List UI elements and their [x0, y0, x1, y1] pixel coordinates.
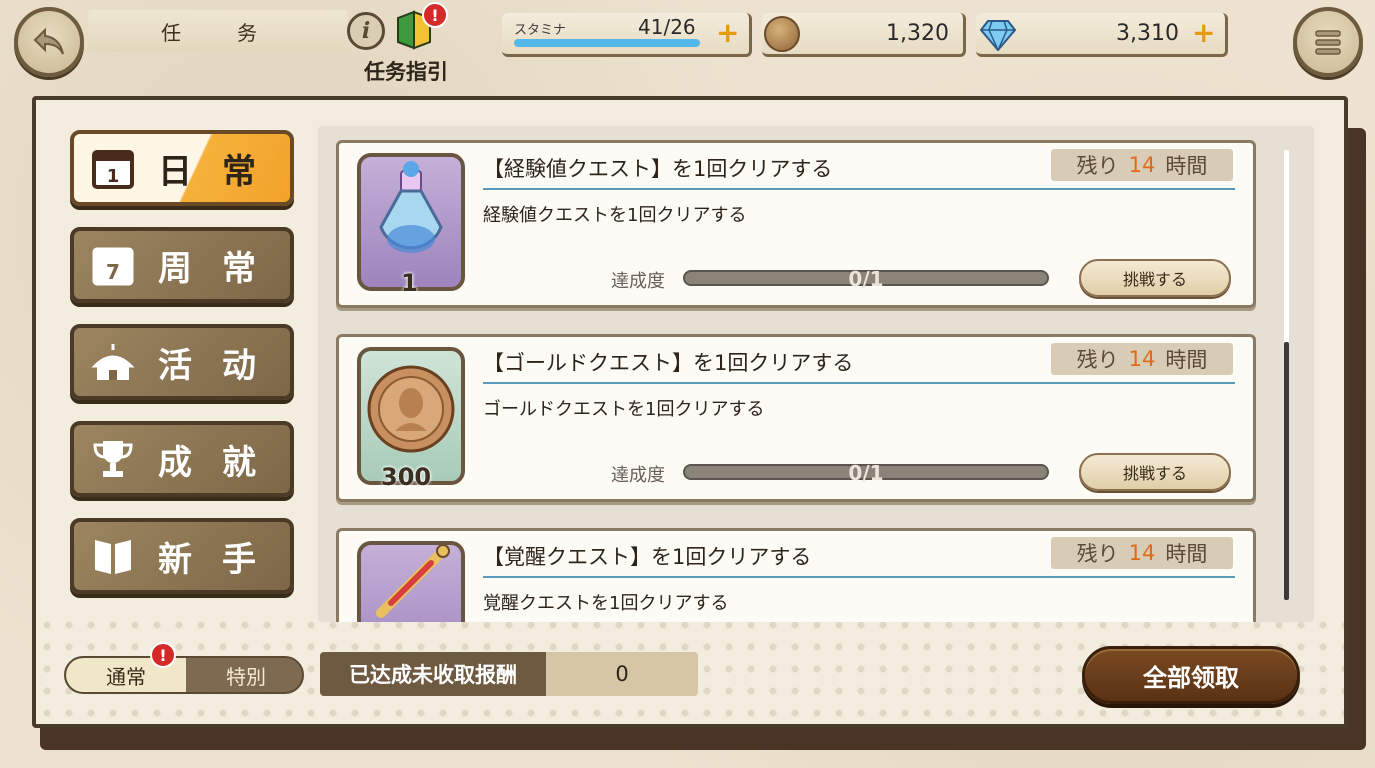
add-gems-button[interactable]: +	[1192, 16, 1215, 49]
back-arrow-icon	[33, 27, 64, 55]
time-prefix: 残り	[1076, 154, 1119, 178]
gold-value: 1,320	[886, 21, 949, 46]
diamond-icon	[980, 20, 1016, 51]
divider	[483, 382, 1235, 384]
stamina-label: スタミナ	[514, 23, 567, 38]
time-hours: 14	[1128, 153, 1156, 177]
time-remaining: 残り 14 時間	[1051, 149, 1233, 181]
reward-count: 300	[381, 463, 432, 491]
svg-text:1: 1	[107, 166, 120, 187]
tab-weekly[interactable]: 7 周常	[70, 227, 294, 303]
stamina-bar-fill	[514, 39, 700, 47]
time-suffix: 時間	[1165, 154, 1208, 178]
trophy-icon	[86, 432, 140, 486]
quest-title: 【ゴールドクエスト】を1回クリアする	[483, 351, 854, 375]
quest-title: 【経験値クエスト】を1回クリアする	[483, 157, 833, 181]
quest-description: 経験値クエストを1回クリアする	[483, 205, 747, 226]
time-prefix: 残り	[1076, 348, 1119, 372]
time-hours: 14	[1128, 347, 1156, 371]
time-suffix: 時間	[1165, 348, 1208, 372]
time-suffix: 時間	[1165, 542, 1208, 566]
scrollbar-thumb[interactable]	[1284, 342, 1289, 600]
sword-vial-icon	[376, 544, 450, 618]
progress-label: 達成度	[611, 465, 665, 486]
gold-coin-icon	[764, 16, 800, 52]
potion-icon	[379, 161, 443, 253]
normal-alert-badge: !	[150, 642, 176, 668]
gem-value: 3,310	[1116, 21, 1179, 46]
quest-title: 【覚醒クエスト】を1回クリアする	[483, 545, 812, 569]
tent-icon	[86, 335, 140, 389]
stamina-panel: スタミナ 41/26 +	[502, 13, 752, 57]
unclaimed-count: 0	[615, 662, 629, 686]
progress-bar: 0/1	[683, 267, 1049, 291]
quest-card: 1 【経験値クエスト】を1回クリアする 残り 14 時間 経験値クエストを1回ク…	[336, 140, 1256, 308]
quest-description: ゴールドクエストを1回クリアする	[483, 399, 765, 420]
time-prefix: 残り	[1076, 542, 1119, 566]
page-title: 任 务	[88, 10, 348, 52]
reward-thumbnail	[357, 541, 465, 622]
unclaimed-rewards: 已达成未收取报酬 0	[320, 652, 698, 696]
guide-alert-badge: !	[422, 2, 448, 28]
tab-weekly-label: 周常	[158, 248, 286, 289]
challenge-button[interactable]: 挑戦する	[1079, 259, 1231, 297]
divider	[483, 188, 1235, 190]
info-icon[interactable]: i	[347, 12, 385, 50]
challenge-button[interactable]: 挑戦する	[1079, 453, 1231, 491]
stamina-value: 41/26	[638, 15, 696, 39]
tab-events-label: 活动	[158, 345, 286, 386]
svg-text:7: 7	[106, 260, 120, 284]
claim-all-button[interactable]: 全部领取	[1082, 646, 1300, 704]
gold-panel: 1,320	[762, 13, 966, 57]
tab-achievements-label: 成就	[158, 442, 286, 483]
reward-thumbnail: 300	[357, 347, 465, 491]
mission-panel: 1 日常 7 周常 活动 成就 新手 1 【経験値クエスト】を1回クリアする 残…	[32, 96, 1348, 728]
add-stamina-button[interactable]: +	[716, 16, 739, 49]
progress-bar: 0/1	[683, 461, 1049, 485]
tab-daily[interactable]: 1 日常	[70, 130, 294, 206]
progress-label: 達成度	[611, 271, 665, 292]
back-button[interactable]	[14, 7, 84, 77]
guide-label[interactable]: 任务指引	[364, 56, 448, 86]
quest-list[interactable]: 1 【経験値クエスト】を1回クリアする 残り 14 時間 経験値クエストを1回ク…	[318, 126, 1314, 622]
reward-count: 1	[401, 269, 418, 297]
book-icon	[86, 529, 140, 583]
quest-description: 覚醒クエストを1回クリアする	[483, 593, 729, 614]
toggle-special[interactable]: 特別	[186, 658, 302, 692]
progress-text: 0/1	[848, 461, 884, 485]
mission-type-toggle: 通常 特別	[64, 656, 304, 694]
time-hours: 14	[1128, 541, 1156, 565]
gem-panel: 3,310 +	[976, 13, 1228, 57]
time-remaining: 残り 14 時間	[1051, 537, 1233, 569]
quest-card: 300 【ゴールドクエスト】を1回クリアする 残り 14 時間 ゴールドクエスト…	[336, 334, 1256, 502]
calendar-week-icon: 7	[86, 238, 140, 292]
unclaimed-label: 已达成未收取报酬	[320, 652, 546, 696]
quest-card: 【覚醒クエスト】を1回クリアする 残り 14 時間 覚醒クエストを1回クリアする	[336, 528, 1256, 622]
tab-beginner-label: 新手	[158, 539, 286, 580]
menu-icon	[1315, 30, 1341, 55]
tab-achievements[interactable]: 成就	[70, 421, 294, 497]
progress-text: 0/1	[848, 267, 884, 291]
divider	[483, 576, 1235, 578]
gold-coin-icon	[367, 365, 455, 453]
reward-thumbnail: 1	[357, 153, 465, 297]
tab-daily-label: 日常	[158, 151, 286, 192]
time-remaining: 残り 14 時間	[1051, 343, 1233, 375]
tab-beginner[interactable]: 新手	[70, 518, 294, 594]
calendar-day-icon: 1	[86, 141, 140, 195]
stamina-bar	[514, 39, 700, 47]
tab-events[interactable]: 活动	[70, 324, 294, 400]
menu-button[interactable]	[1293, 7, 1363, 77]
